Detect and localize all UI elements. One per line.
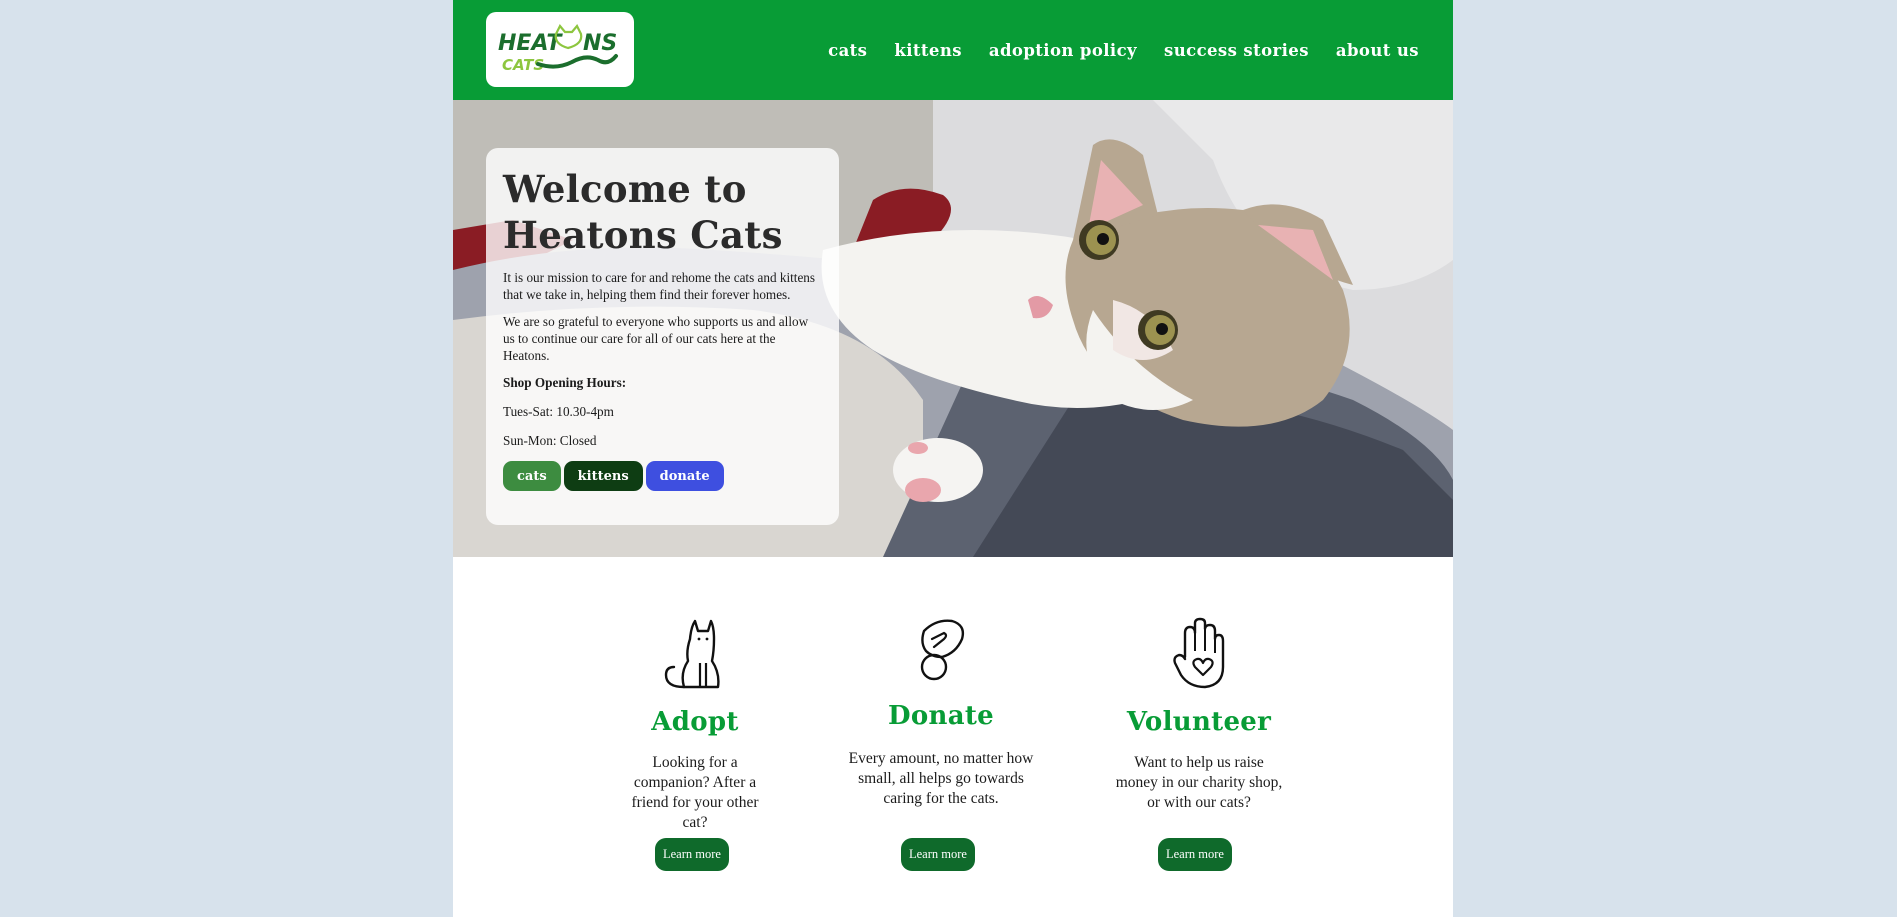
- opening-hours-weekday: Tues-Sat: 10.30-4pm: [503, 404, 614, 419]
- nav-link-cats[interactable]: cats: [828, 41, 867, 60]
- kittens-button[interactable]: kittens: [563, 461, 643, 491]
- adopt-learn-more-button[interactable]: Learn more: [655, 838, 729, 871]
- page: HEAT NS CATS cats kittens adoption polic…: [453, 0, 1453, 917]
- heart-hand-icon: [1104, 617, 1294, 689]
- features-section: Adopt Looking for a companion? After a f…: [453, 557, 1453, 917]
- site-header: HEAT NS CATS cats kittens adoption polic…: [453, 0, 1453, 100]
- mission-paragraph: It is our mission to care for and rehome…: [503, 270, 816, 302]
- nav-link-adoption-policy[interactable]: adoption policy: [989, 41, 1137, 60]
- donate-text: Every amount, no matter how small, all h…: [848, 750, 1034, 807]
- welcome-card: Welcome to Heatons Cats It is our missio…: [486, 148, 839, 525]
- hero-section: Welcome to Heatons Cats It is our missio…: [453, 100, 1453, 557]
- cats-button[interactable]: cats: [503, 461, 561, 491]
- volunteer-learn-more-button[interactable]: Learn more: [1158, 838, 1232, 871]
- opening-hours-heading: Shop Opening Hours:: [503, 375, 627, 390]
- svg-text:NS: NS: [583, 31, 617, 56]
- opening-hours-weekend: Sun-Mon: Closed: [503, 433, 597, 448]
- gratitude-paragraph: We are so grateful to everyone who suppo…: [503, 314, 809, 363]
- svg-text:HEAT: HEAT: [498, 31, 563, 56]
- donate-title: Donate: [888, 701, 994, 731]
- adopt-text: Looking for a companion? After a friend …: [631, 754, 759, 831]
- volunteer-title: Volunteer: [1126, 707, 1272, 737]
- donate-learn-more-button[interactable]: Learn more: [901, 838, 975, 871]
- main-nav: cats kittens adoption policy success sto…: [828, 0, 1419, 100]
- site-logo[interactable]: HEAT NS CATS: [486, 12, 634, 87]
- nav-link-success-stories[interactable]: success stories: [1164, 41, 1309, 60]
- hero-title: Welcome to Heatons Cats: [503, 167, 783, 257]
- cat-icon: [600, 617, 790, 689]
- adopt-title: Adopt: [651, 707, 739, 737]
- nav-link-about-us[interactable]: about us: [1336, 41, 1419, 60]
- volunteer-text: Want to help us raise money in our chari…: [1115, 754, 1283, 811]
- hero-button-row: cats kittens donate: [503, 461, 822, 491]
- donate-button[interactable]: donate: [645, 461, 724, 491]
- nav-link-kittens[interactable]: kittens: [894, 41, 962, 60]
- heatons-cats-logo-icon: HEAT NS CATS: [498, 24, 618, 74]
- coin-hand-icon: [846, 617, 1036, 683]
